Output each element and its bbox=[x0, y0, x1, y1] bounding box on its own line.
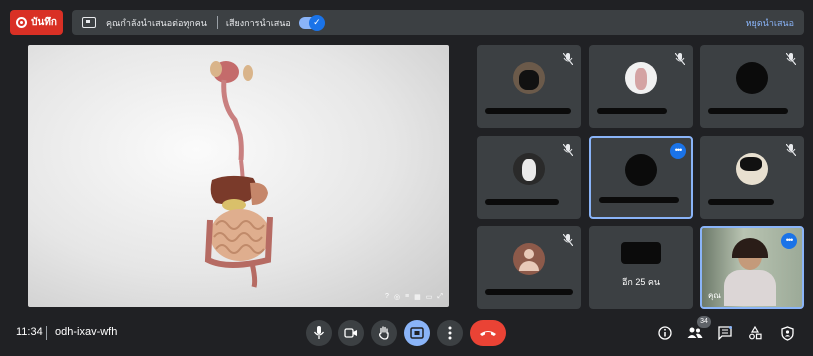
redacted-name bbox=[485, 199, 559, 205]
info-icon bbox=[658, 326, 672, 340]
help-icon[interactable]: ? bbox=[385, 293, 389, 301]
raise-hand-button[interactable] bbox=[371, 320, 397, 346]
stop-presenting-button[interactable]: หยุดนำเสนอ bbox=[746, 16, 794, 30]
activities-button[interactable] bbox=[746, 324, 764, 342]
participant-tile[interactable] bbox=[589, 45, 693, 128]
others-count-label: อีก 25 คน bbox=[621, 277, 661, 287]
participant-tile[interactable] bbox=[477, 226, 581, 309]
bottom-divider bbox=[46, 326, 47, 340]
participant-tile[interactable] bbox=[477, 45, 581, 128]
meeting-window: บันทึก คุณกำลังนำเสนอต่อทุกคน เสียงการนำ… bbox=[0, 0, 813, 356]
presentation-audio-toggle[interactable]: ✓ bbox=[298, 14, 325, 31]
mic-off-icon bbox=[785, 52, 797, 66]
presentation-audio-label: เสียงการนำเสนอ bbox=[225, 17, 291, 28]
presenting-text: คุณกำลังนำเสนอต่อทุกคน bbox=[106, 17, 207, 28]
participant-avatar bbox=[625, 62, 657, 95]
more-vert-icon bbox=[448, 326, 452, 340]
shared-screen: ? ◎ ≡ ▦ ▭ ⤢ bbox=[28, 45, 449, 307]
participant-avatar bbox=[736, 62, 768, 95]
banner-divider bbox=[216, 16, 218, 29]
mic-off-icon bbox=[785, 143, 797, 157]
chat-button[interactable] bbox=[716, 324, 734, 342]
host-controls-icon bbox=[780, 325, 794, 341]
participant-avatar bbox=[736, 153, 768, 186]
more-options-icon[interactable]: ••• bbox=[781, 233, 797, 249]
more-options-icon[interactable]: ••• bbox=[670, 143, 686, 159]
present-screen-button[interactable] bbox=[404, 320, 430, 346]
participant-avatar-placeholder bbox=[513, 243, 545, 276]
participant-tile[interactable] bbox=[700, 45, 804, 128]
redacted-name bbox=[485, 289, 573, 295]
participant-tile[interactable] bbox=[477, 136, 581, 219]
layers-icon[interactable]: ◎ bbox=[394, 293, 400, 301]
redacted-name bbox=[485, 108, 571, 114]
meeting-code: odh-ixav-wfh bbox=[55, 326, 118, 338]
present-screen-icon bbox=[410, 327, 424, 339]
meeting-clock: 11:34 bbox=[16, 326, 43, 338]
more-participants-tile[interactable]: อีก 25 คน bbox=[589, 226, 693, 309]
grid-icon[interactable]: ▦ bbox=[414, 293, 421, 301]
microphone-button[interactable] bbox=[306, 320, 332, 346]
participant-tile-active[interactable]: ••• bbox=[589, 136, 693, 219]
camera-icon bbox=[344, 328, 357, 338]
activities-icon bbox=[749, 326, 762, 340]
mic-off-icon bbox=[674, 52, 686, 66]
participant-tile[interactable] bbox=[700, 136, 804, 219]
redacted-name bbox=[597, 108, 667, 114]
mic-off-icon bbox=[562, 143, 574, 157]
chat-icon bbox=[718, 326, 732, 340]
participant-avatar bbox=[625, 153, 657, 186]
record-label: บันทึก bbox=[31, 17, 57, 28]
self-body bbox=[724, 270, 776, 306]
mic-off-icon bbox=[562, 233, 574, 247]
self-label: คุณ bbox=[708, 291, 721, 300]
list-icon[interactable]: ≡ bbox=[405, 293, 409, 301]
host-controls-button[interactable] bbox=[778, 324, 796, 342]
participant-avatar bbox=[513, 153, 545, 186]
end-call-button[interactable] bbox=[470, 320, 506, 346]
fullscreen-icon[interactable]: ⤢ bbox=[437, 293, 443, 301]
camera-button[interactable] bbox=[338, 320, 364, 346]
people-button[interactable] bbox=[686, 324, 704, 342]
present-screen-icon bbox=[82, 17, 96, 28]
meeting-info-button[interactable] bbox=[656, 324, 674, 342]
presentation-toolbar: ? ◎ ≡ ▦ ▭ ⤢ bbox=[385, 293, 443, 301]
call-end-icon bbox=[480, 331, 496, 336]
check-icon: ✓ bbox=[308, 14, 325, 31]
record-button[interactable]: บันทึก bbox=[10, 10, 63, 35]
redacted-name bbox=[708, 199, 774, 205]
digestive-system-model bbox=[204, 61, 273, 288]
participant-avatar bbox=[513, 62, 545, 95]
redacted-name bbox=[708, 108, 788, 114]
self-view-tile[interactable]: ••• คุณ bbox=[700, 226, 804, 309]
record-icon bbox=[16, 17, 28, 28]
screen-icon[interactable]: ▭ bbox=[426, 293, 433, 301]
people-icon bbox=[687, 327, 703, 338]
redacted-name bbox=[599, 197, 679, 203]
participant-avatar bbox=[621, 241, 661, 264]
more-options-button[interactable] bbox=[437, 320, 463, 346]
presenting-banner: คุณกำลังนำเสนอต่อทุกคน เสียงการนำเสนอ ✓ … bbox=[72, 10, 804, 35]
mic-off-icon bbox=[562, 52, 574, 66]
raise-hand-icon bbox=[379, 326, 389, 340]
mic-icon bbox=[313, 326, 325, 339]
